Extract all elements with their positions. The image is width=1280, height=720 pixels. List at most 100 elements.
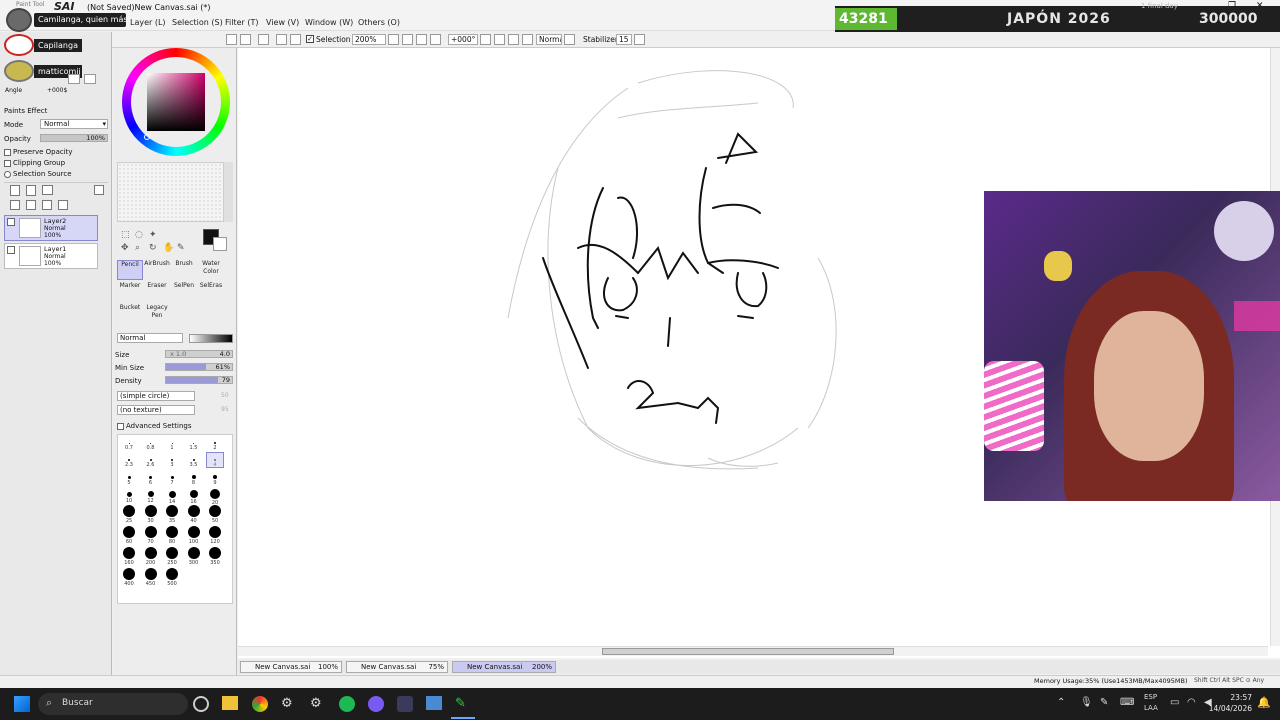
tool-marker[interactable]: Marker: [117, 282, 143, 302]
tool-legacy-pen[interactable]: Legacy Pen: [144, 304, 170, 324]
zoom-icon[interactable]: ⌕: [135, 243, 140, 253]
zoom-fit-icon[interactable]: [430, 34, 441, 45]
rect-select-icon[interactable]: ⬚: [121, 230, 130, 240]
rotate-right-icon[interactable]: [84, 74, 96, 84]
view-mode-dropdown-icon[interactable]: [564, 34, 575, 45]
file-explorer-icon[interactable]: [222, 696, 238, 710]
menu-others[interactable]: Others (O): [358, 18, 400, 27]
size-slider[interactable]: x 1.0 4.0: [165, 350, 233, 358]
tool-bucket[interactable]: Bucket: [117, 304, 143, 324]
eyedropper-icon[interactable]: ✎: [177, 243, 185, 253]
move-icon[interactable]: ✥: [121, 243, 129, 253]
monitor-app-icon[interactable]: [426, 696, 442, 710]
secondary-color-swatch[interactable]: [213, 237, 227, 251]
document-tab-1[interactable]: New Canvas.sai 100%: [240, 661, 342, 673]
brush-size-dot[interactable]: [187, 505, 200, 517]
brush-size-dot[interactable]: [214, 442, 216, 444]
lang-top[interactable]: ESP: [1144, 693, 1157, 701]
display-icon[interactable]: ▭: [1170, 697, 1179, 708]
magic-wand-icon[interactable]: ✦: [149, 230, 157, 240]
selection-source-checkbox[interactable]: Selection Source: [4, 170, 72, 178]
clear-layer-icon[interactable]: [42, 200, 52, 210]
steam-icon[interactable]: ⚙: [310, 696, 326, 712]
tool-eraser[interactable]: Eraser: [144, 282, 170, 302]
brush-blend-select[interactable]: Normal: [117, 333, 183, 343]
task-view-icon[interactable]: [193, 696, 209, 712]
brush-size-dot[interactable]: [171, 459, 173, 461]
brush-shape-select[interactable]: (simple circle): [117, 391, 195, 401]
menu-window[interactable]: Window (W): [305, 18, 353, 27]
new-folder-icon[interactable]: [42, 185, 53, 195]
rotate-cw-icon[interactable]: [494, 34, 505, 45]
eye-icon[interactable]: [7, 246, 15, 254]
zoom-reset-icon[interactable]: [416, 34, 427, 45]
rotate-icon[interactable]: ↻: [149, 243, 157, 253]
brush-edge-selector[interactable]: [189, 334, 233, 343]
brush-size-dot[interactable]: [209, 547, 221, 559]
new-layer-icon[interactable]: [10, 185, 20, 196]
brush-size-dot[interactable]: [189, 490, 198, 498]
brush-size-dot[interactable]: [144, 505, 157, 517]
density-slider[interactable]: 79: [165, 376, 233, 384]
brush-size-dot[interactable]: [170, 475, 174, 479]
clock-time[interactable]: 23:57: [1222, 693, 1252, 702]
tool-watercolor[interactable]: Water Color: [198, 260, 224, 280]
new-linework-layer-icon[interactable]: [26, 185, 36, 196]
horizontal-scrollbar[interactable]: [238, 646, 1268, 656]
menu-selection[interactable]: Selection (S): [172, 18, 223, 27]
rotate-reset-icon[interactable]: [508, 34, 519, 45]
lang-bottom[interactable]: LAA: [1144, 704, 1158, 712]
brush-size-dot[interactable]: [144, 526, 157, 538]
brush-size-dot[interactable]: [187, 547, 200, 559]
pen-icon[interactable]: ✎: [1100, 697, 1108, 708]
brush-size-dot[interactable]: [126, 491, 132, 497]
brush-size-dot[interactable]: [193, 442, 194, 444]
brush-size-dot[interactable]: [166, 568, 178, 580]
transfer-down-icon[interactable]: [10, 200, 20, 210]
show-selection-icon[interactable]: [258, 34, 269, 45]
view-mode-field[interactable]: Normal: [536, 34, 562, 45]
tool-seleras[interactable]: SelEras: [198, 282, 224, 302]
brush-size-dot[interactable]: [150, 442, 151, 444]
settings-icon[interactable]: ⚙: [281, 696, 297, 712]
sai-app-icon[interactable]: ✎: [455, 696, 471, 712]
chevron-up-icon[interactable]: ⌃: [1057, 697, 1065, 708]
brush-size-dot[interactable]: [168, 490, 176, 498]
brush-size-dot[interactable]: [209, 505, 221, 517]
brush-size-dot[interactable]: [210, 489, 220, 499]
merge-down-icon[interactable]: [26, 200, 36, 210]
selection-checkbox[interactable]: ✓: [306, 35, 314, 43]
horizontal-scroll-thumb[interactable]: [602, 648, 894, 655]
preserve-opacity-checkbox[interactable]: Preserve Opacity: [4, 148, 73, 156]
layer-row-2[interactable]: Layer1 Normal 100%: [4, 243, 98, 269]
brush-size-dot[interactable]: [149, 475, 152, 479]
zoom-field[interactable]: 200%: [352, 34, 386, 45]
spotify-icon[interactable]: [339, 696, 355, 712]
zoom-in-icon[interactable]: [402, 34, 413, 45]
brush-size-dot[interactable]: [166, 505, 178, 517]
rotation-field[interactable]: +000°: [448, 34, 478, 45]
clock-date[interactable]: 14/04/2026: [1208, 704, 1252, 713]
brush-size-dot[interactable]: [144, 568, 157, 580]
stabilizer-field[interactable]: 15: [616, 34, 632, 45]
opacity-slider[interactable]: 100%: [40, 134, 108, 142]
lasso-icon[interactable]: ◌: [135, 230, 143, 240]
scratchpad-scrollbar[interactable]: [223, 162, 233, 222]
advanced-settings-toggle[interactable]: Advanced Settings: [117, 422, 192, 430]
menu-layer[interactable]: Layer (L): [130, 18, 166, 27]
taskbar-search[interactable]: ⌕ Buscar: [38, 693, 188, 715]
brush-size-dot[interactable]: [144, 547, 157, 559]
tool-selpen[interactable]: SelPen: [171, 282, 197, 302]
brush-size-dot[interactable]: [149, 459, 152, 461]
brush-size-dot[interactable]: [171, 442, 173, 444]
brush-size-dot[interactable]: [123, 526, 135, 538]
brush-size-dot[interactable]: [166, 547, 178, 559]
brush-size-dot[interactable]: [123, 505, 135, 517]
clear-icon[interactable]: [276, 34, 287, 45]
min-size-slider[interactable]: 61%: [165, 363, 233, 371]
obs-icon[interactable]: [397, 696, 413, 712]
layer-row-1[interactable]: Layer2 Normal 100%: [4, 215, 98, 241]
brush-size-dot[interactable]: [128, 442, 130, 444]
microphone-icon[interactable]: 🎙: [1080, 697, 1093, 708]
menu-view[interactable]: View (V): [266, 18, 299, 27]
